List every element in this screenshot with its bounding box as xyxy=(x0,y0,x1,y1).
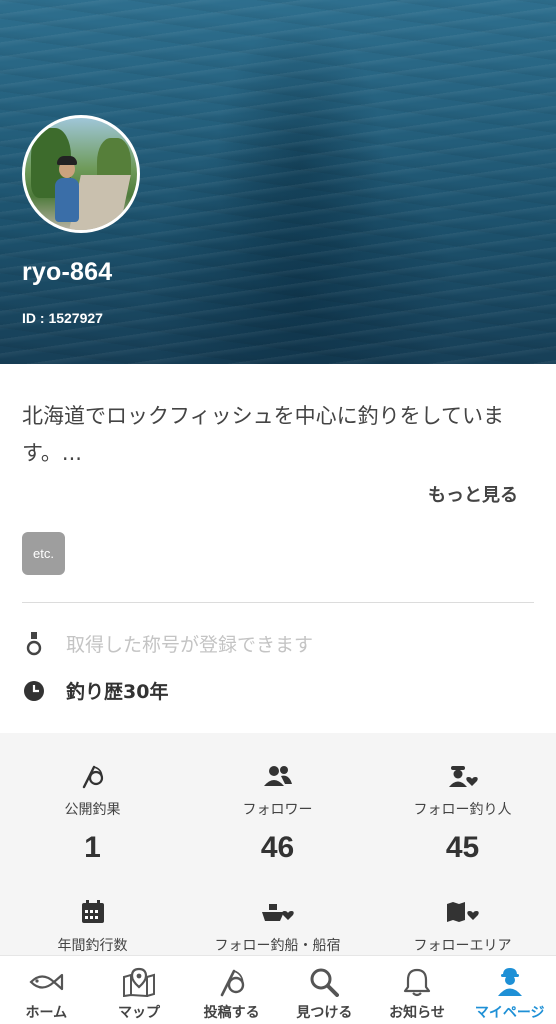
stat-value: 1 xyxy=(84,831,101,864)
nav-home[interactable]: ホーム xyxy=(0,956,93,1024)
stat-value: 46 xyxy=(260,831,295,864)
nav-discover[interactable]: 見つける xyxy=(278,956,371,1024)
avatar[interactable] xyxy=(22,115,140,233)
tag-chip[interactable]: etc. xyxy=(22,532,65,575)
nav-map[interactable]: マップ xyxy=(93,956,186,1024)
nav-label: 見つける xyxy=(296,1005,353,1021)
bio-text: 北海道でロックフィッシュを中心に釣りをしています。... xyxy=(22,404,504,465)
divider xyxy=(22,602,534,603)
stat-label: フォロワー xyxy=(242,802,313,818)
stat-public-catches[interactable]: 公開釣果 1 xyxy=(0,763,185,865)
stat-label: フォロー釣船・船宿 xyxy=(214,938,341,954)
username: ryo-864 xyxy=(22,258,113,286)
nav-label: マイページ xyxy=(474,1005,545,1021)
nav-notifications[interactable]: お知らせ xyxy=(371,956,464,1024)
nav-mypage[interactable]: マイページ xyxy=(463,956,556,1024)
fishing-rod-icon xyxy=(217,966,247,998)
stats-panel: 公開釣果 1 フォロワー 46 フォロー釣り人 45 年間釣行数 フォロー釣船・… xyxy=(0,733,556,955)
user-icon xyxy=(495,966,525,998)
map-heart-icon xyxy=(446,899,480,925)
stat-annual-trips[interactable]: 年間釣行数 xyxy=(0,899,185,955)
followers-icon xyxy=(263,763,293,789)
medal-icon xyxy=(22,631,46,656)
nav-label: お知らせ xyxy=(389,1005,445,1021)
title-placeholder: 取得した称号が登録できます xyxy=(66,634,314,656)
nav-label: マップ xyxy=(118,1005,160,1021)
stat-label: フォロー釣り人 xyxy=(413,802,512,818)
avatar-person-cap xyxy=(57,156,77,165)
clock-icon xyxy=(22,679,46,703)
user-id: ID : 1527927 xyxy=(22,310,103,326)
stat-followers[interactable]: フォロワー 46 xyxy=(185,763,370,865)
stat-follow-areas[interactable]: フォローエリア xyxy=(370,899,555,955)
calendar-icon xyxy=(81,899,105,925)
bell-icon xyxy=(403,966,431,998)
stat-value: 45 xyxy=(445,831,480,864)
search-icon xyxy=(309,966,340,998)
avatar-person xyxy=(55,178,79,222)
stat-follow-boats[interactable]: フォロー釣船・船宿 xyxy=(185,899,370,955)
map-pin-icon xyxy=(122,966,156,998)
career-row: 釣り歴30年 xyxy=(22,677,168,704)
nav-post[interactable]: 投稿する xyxy=(185,956,278,1024)
stat-follow-anglers[interactable]: フォロー釣り人 45 xyxy=(370,763,555,865)
show-more-link[interactable]: もっと見る xyxy=(428,481,518,507)
fishing-career: 釣り歴30年 xyxy=(66,681,169,703)
follow-angler-icon xyxy=(447,763,479,789)
fishing-rod-icon xyxy=(80,763,106,789)
stat-label: フォローエリア xyxy=(413,938,512,954)
stat-label: 年間釣行数 xyxy=(57,938,128,954)
boat-heart-icon xyxy=(261,899,295,925)
fish-icon xyxy=(28,966,64,998)
title-row[interactable]: 取得した称号が登録できます xyxy=(22,630,313,657)
stat-label: 公開釣果 xyxy=(64,802,121,818)
nav-label: 投稿する xyxy=(203,1005,260,1021)
nav-label: ホーム xyxy=(25,1005,68,1021)
bottom-nav: ホーム マップ 投稿する 見つける お知らせ マイページ xyxy=(0,955,556,1024)
